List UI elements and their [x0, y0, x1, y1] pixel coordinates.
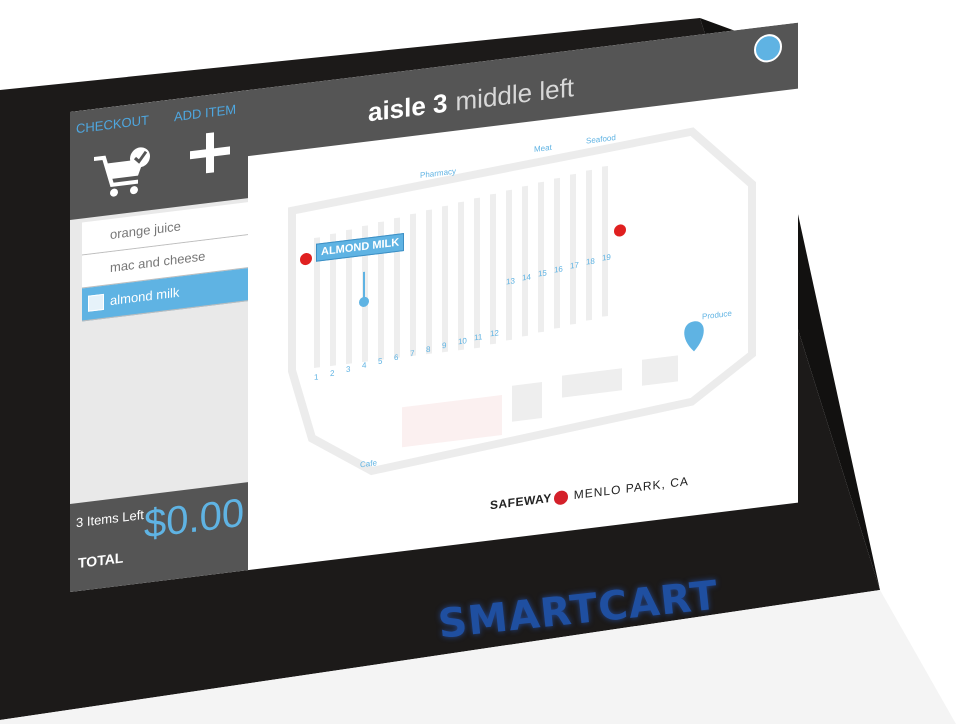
checkbox[interactable]	[88, 293, 104, 312]
shelf-marker	[614, 224, 626, 237]
aisle-number-label: 15	[538, 268, 547, 278]
shopping-list-sidebar: CHECKOUT ADD ITEM orange juice mac and c…	[70, 90, 248, 592]
aisle-number-label: 13	[506, 276, 515, 286]
aisle-number-label: 3	[346, 365, 351, 375]
aisle-number-label: 12	[490, 328, 499, 338]
shelf-marker	[300, 252, 312, 266]
aisle-number-label: 2	[330, 368, 335, 378]
safeway-logo-icon	[553, 489, 568, 506]
add-item-tab[interactable]: ADD ITEM	[174, 102, 236, 125]
aisle-number-label: 18	[586, 257, 595, 267]
aisle-number-label: 11	[474, 332, 483, 342]
aisle-number-label: 10	[458, 336, 467, 346]
aisle-number-label: 7	[410, 349, 415, 359]
aisle-number-label: 16	[554, 264, 563, 274]
aisle-number-label: 14	[522, 272, 531, 282]
aisle-number-label: 8	[426, 345, 431, 355]
checkout-tab[interactable]: CHECKOUT	[76, 112, 149, 136]
aisle-position: middle left	[455, 72, 575, 117]
list-item-label: orange juice	[110, 218, 181, 243]
sidebar-header: CHECKOUT ADD ITEM	[70, 90, 248, 220]
total-label: TOTAL	[78, 549, 124, 572]
list-item-label: mac and cheese	[110, 248, 206, 276]
aisle-number-label: 5	[378, 357, 383, 367]
aisle-number-label: 1	[314, 372, 319, 382]
shopping-list: orange juice mac and cheese almond milk	[82, 202, 248, 322]
plus-icon[interactable]	[188, 128, 232, 177]
touch-screen: CHECKOUT ADD ITEM orange juice mac and c…	[70, 22, 798, 592]
smartcart-device: SMARTCART CHECKOUT ADD ITEM orange juice…	[0, 0, 956, 724]
aisle-number-label: 9	[442, 341, 447, 351]
total-value: $0.00	[144, 490, 245, 547]
aisle-number-label: 6	[394, 353, 399, 363]
aisle-number: aisle 3	[368, 87, 448, 128]
list-item-label: almond milk	[110, 284, 180, 309]
aisle-number-label: 17	[570, 260, 579, 270]
aisle-number-label: 19	[602, 253, 611, 263]
aisle-number-label: 4	[362, 361, 367, 371]
store-map: 1 2 3 4 5 6 7 8 9 10 11 12 13 14 15 16 17 18 19 Pharmacy M…	[252, 89, 798, 570]
items-left-count: 3 Items Left	[76, 506, 144, 531]
cart-check-icon[interactable]	[92, 143, 156, 201]
you-are-here-marker	[684, 321, 704, 352]
cart-help-icon[interactable]	[754, 32, 782, 65]
